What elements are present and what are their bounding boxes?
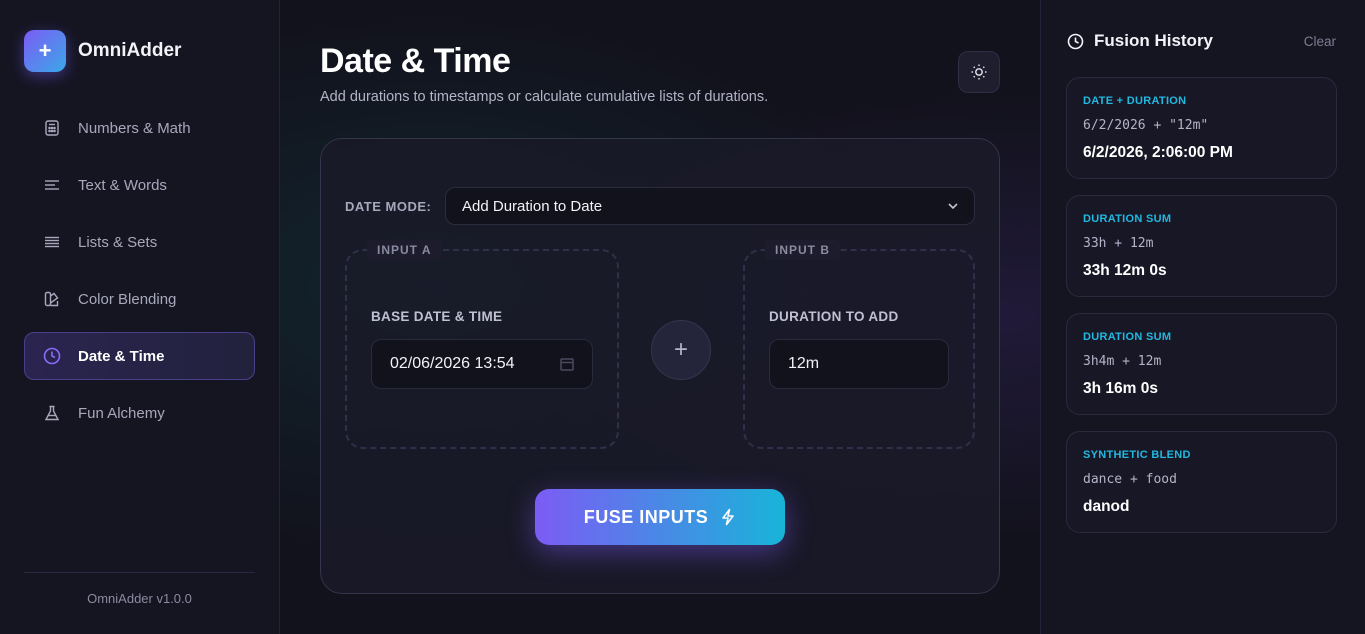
- sidebar-item-label: Date & Time: [78, 347, 165, 365]
- date-mode-label: DATE MODE:: [345, 199, 432, 214]
- page-subtitle: Add durations to timestamps or calculate…: [320, 89, 769, 105]
- lightning-icon: [720, 508, 736, 526]
- history-item-type: DURATION SUM: [1083, 331, 1172, 343]
- history-item-expression: 3h4m + 12m: [1083, 354, 1162, 369]
- history-item[interactable]: SYNTHETIC BLEND dance + food danod: [1066, 431, 1337, 533]
- sidebar-item-lists-sets[interactable]: Lists & Sets: [24, 218, 255, 266]
- history-item-expression: 6/2/2026 + "12m": [1083, 118, 1209, 133]
- history-item[interactable]: DURATION SUM 3h4m + 12m 3h 16m 0s: [1066, 313, 1337, 415]
- fusion-card: DATE MODE: Add Duration to Date INPUT A …: [320, 138, 1000, 594]
- history-item-result: 3h 16m 0s: [1083, 380, 1158, 397]
- history-item-type: DURATION SUM: [1083, 213, 1172, 225]
- fusion-history-panel: Fusion History Clear DATE + DURATION 6/2…: [1040, 0, 1365, 634]
- history-title-text: Fusion History: [1094, 31, 1214, 50]
- sidebar-item-label: Fun Alchemy: [78, 404, 165, 422]
- clock-icon: [43, 347, 61, 365]
- sidebar-item-label: Numbers & Math: [78, 119, 191, 137]
- sidebar-item-color-blending[interactable]: Color Blending: [24, 275, 255, 323]
- date-mode-select[interactable]: Add Duration to Date: [445, 187, 975, 225]
- duration-label: DURATION TO ADD: [769, 309, 899, 324]
- sidebar: + OmniAdder Numbers & Math Text & Words …: [0, 0, 280, 634]
- base-date-time-input[interactable]: 02/06/2026 13:54: [371, 339, 593, 389]
- flask-icon: [43, 404, 61, 422]
- date-mode-selected-value: Add Duration to Date: [462, 197, 603, 215]
- theme-toggle-button[interactable]: [958, 51, 1000, 93]
- history-title: Fusion History: [1067, 31, 1213, 51]
- plus-icon: +: [651, 320, 711, 380]
- brand-name: OmniAdder: [78, 40, 182, 61]
- text-lines-icon: [43, 176, 61, 194]
- input-b-tag: INPUT B: [765, 240, 840, 260]
- history-item-result: 6/2/2026, 2:06:00 PM: [1083, 144, 1233, 161]
- history-item-type: DATE + DURATION: [1083, 95, 1187, 107]
- main-panel: Date & Time Add durations to timestamps …: [280, 0, 1040, 634]
- history-item[interactable]: DATE + DURATION 6/2/2026 + "12m" 6/2/202…: [1066, 77, 1337, 179]
- history-item-expression: 33h + 12m: [1083, 236, 1154, 251]
- brand-logo-plus-icon: +: [24, 30, 66, 72]
- history-item-type: SYNTHETIC BLEND: [1083, 449, 1191, 461]
- sun-icon: [970, 63, 988, 81]
- version-label: OmniAdder v1.0.0: [24, 572, 255, 606]
- history-item-expression: dance + food: [1083, 472, 1177, 487]
- sidebar-item-label: Lists & Sets: [78, 233, 158, 251]
- list-icon: [43, 233, 61, 251]
- sidebar-item-text-words[interactable]: Text & Words: [24, 161, 255, 209]
- base-date-label: BASE DATE & TIME: [371, 309, 503, 324]
- history-item-result: danod: [1083, 498, 1130, 515]
- sidebar-item-date-time[interactable]: Date & Time: [24, 332, 255, 380]
- clear-history-button[interactable]: Clear: [1304, 34, 1336, 49]
- fuse-inputs-button[interactable]: FUSE INPUTS: [535, 489, 785, 545]
- duration-value: 12m: [788, 355, 820, 372]
- palette-icon: [43, 290, 61, 308]
- page-title: Date & Time: [320, 42, 511, 80]
- calendar-icon[interactable]: [560, 357, 574, 376]
- clock-icon: [1067, 33, 1084, 50]
- sidebar-item-fun-alchemy[interactable]: Fun Alchemy: [24, 389, 255, 437]
- fuse-button-label: FUSE INPUTS: [583, 506, 709, 527]
- sidebar-item-numbers-math[interactable]: Numbers & Math: [24, 104, 255, 152]
- input-b-box: INPUT B DURATION TO ADD 12m: [743, 240, 975, 449]
- history-item[interactable]: DURATION SUM 33h + 12m 33h 12m 0s: [1066, 195, 1337, 297]
- chevron-down-icon: [946, 199, 960, 217]
- input-a-box: INPUT A BASE DATE & TIME 02/06/2026 13:5…: [345, 240, 619, 449]
- base-date-value: 02/06/2026 13:54: [390, 355, 515, 372]
- calculator-icon: [43, 119, 61, 137]
- brand[interactable]: + OmniAdder: [24, 30, 181, 72]
- duration-input[interactable]: 12m: [769, 339, 949, 389]
- sidebar-item-label: Text & Words: [78, 176, 167, 194]
- sidebar-nav: Numbers & Math Text & Words Lists & Sets…: [24, 104, 255, 446]
- input-a-tag: INPUT A: [367, 240, 442, 260]
- history-item-result: 33h 12m 0s: [1083, 262, 1167, 279]
- sidebar-item-label: Color Blending: [78, 290, 177, 308]
